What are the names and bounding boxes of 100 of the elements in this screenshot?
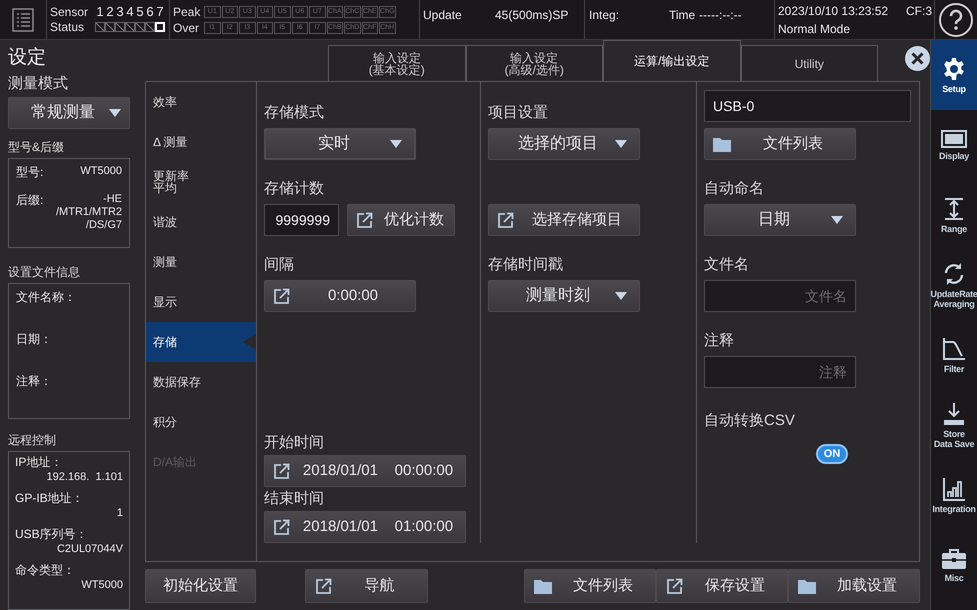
toggle-switch[interactable]: ON [816,444,848,464]
field-label: 存储计数 [264,180,325,198]
field-label: 文件名 [704,256,750,274]
field-label: 项目设置 [488,104,549,122]
integ-time: -----:--:-- [699,7,742,24]
menu-item[interactable]: Δ 测量 [146,122,256,162]
time-label: Time [669,7,696,24]
sidebar-item[interactable]: Misc [931,530,977,600]
dropdown-caret-icon [831,216,844,224]
external-link-icon [356,211,374,229]
folder-button[interactable]: 文件列表 [524,569,656,603]
over-label: Over [173,20,200,34]
tab[interactable]: Utility [740,45,878,81]
sensor-number: 7 [155,5,165,19]
sidebar-item[interactable]: Store Data Save [931,390,977,460]
filter-curve-icon [942,336,966,360]
info-value: WT5000 [80,165,122,179]
field-label: 注释 [704,332,736,350]
dropdown-caret-icon [614,140,627,148]
button[interactable]: 初始化设置 [145,569,256,603]
sidebar-item[interactable]: Setup [931,40,977,110]
external-link-icon [273,462,291,480]
sensor-label: Sensor [50,5,90,19]
field-label: 间隔 [264,256,295,274]
menu-item[interactable]: 测量 [146,242,256,282]
toolbox-icon [941,548,967,570]
mode-text: Normal Mode [778,20,852,38]
tab[interactable]: 输入设定 (基本设定) [328,45,466,81]
sidebar-item[interactable]: Range [931,180,977,250]
menu-item[interactable]: 数据保存 [146,362,256,402]
input-field[interactable]: 注释 [704,356,856,388]
page-title: 设定 [8,46,47,70]
integ-label: Integ: [589,7,620,24]
menu-item[interactable]: 更新率平均 [146,162,256,202]
dropdown[interactable]: 实时 [264,128,416,160]
date-time: 2023/10/10 13:23:52 [778,2,888,20]
cf-value: CF:3 [906,2,932,20]
sidebar-item[interactable]: UpdateRate Averaging [931,250,977,320]
field-label: 开始时间 [264,434,325,452]
input-field[interactable]: 9999999 [264,204,339,236]
sensor-number: 4 [125,5,135,19]
input-field[interactable]: USB-0 [704,90,912,122]
info-label: 文件名称： [16,289,77,305]
close-icon[interactable] [905,46,930,71]
folder-icon [798,578,816,594]
menu-item[interactable]: 谐波 [146,202,256,242]
help-icon[interactable] [938,2,974,38]
folder-icon [534,578,552,594]
external-link-icon [496,211,515,229]
menu-item[interactable]: 存储 [146,322,256,362]
status-label: Status [50,20,86,34]
info-label: 型号: [16,165,44,179]
input-field[interactable]: 文件名 [704,280,856,312]
link-button[interactable]: 0:00:00 [264,280,416,312]
section-heading: 远程控制 [8,432,57,448]
field-label: 存储模式 [264,104,325,122]
menu-item[interactable]: 积分 [146,402,256,442]
peak-label: Peak [173,4,202,18]
menu-item[interactable]: 效率 [146,82,256,122]
link-button[interactable]: 保存设置 [656,569,788,603]
list-menu-icon[interactable] [10,6,36,32]
field-label: 自动转换CSV [704,412,796,430]
link-button[interactable]: 优化计数 [347,204,455,236]
link-button[interactable]: 选择存储项目 [488,204,640,236]
dropdown[interactable]: 测量时刻 [488,280,640,312]
sidebar-item[interactable]: Filter [931,320,977,390]
sidebar-item[interactable]: Display [931,110,977,180]
folder-icon [713,136,732,152]
info-label: USB序列号： [15,527,89,542]
info-value: C2UL07044V [56,542,123,557]
info-value: -HE /MTR1/MTR2 /DS/G7 [56,193,122,232]
gear-icon [942,56,966,80]
refresh-icon [942,262,966,286]
info-label: 后缀: [16,193,44,209]
display-icon [941,130,967,148]
dropdown-caret-icon [109,109,121,117]
info-value: 1 [116,506,123,521]
field-label: 自动命名 [704,180,766,198]
sensor-number: 3 [115,5,125,19]
link-button[interactable]: 导航 [305,569,428,603]
link-button[interactable]: 2018/01/01 00:00:00 [264,455,466,487]
sensor-number: 6 [145,5,155,19]
dropdown[interactable]: 常规测量 [8,97,130,129]
folder-button[interactable]: 文件列表 [704,128,856,160]
sensor-number: 1 [95,5,105,19]
link-button[interactable]: 2018/01/01 01:00:00 [264,511,466,543]
section-heading: 测量模式 [8,75,69,93]
tab[interactable]: 运算/输出设定 [603,40,740,81]
dropdown[interactable]: 选择的项目 [488,128,640,160]
menu-item[interactable]: 显示 [146,282,256,322]
info-label: 命令类型： [15,563,76,578]
field-label: 存储时间戳 [488,256,564,274]
info-value: 192.168. 1.101 [46,470,123,485]
dropdown[interactable]: 日期 [704,204,856,236]
download-icon [943,402,965,426]
dropdown-caret-icon [390,140,402,148]
sidebar-item[interactable]: Integration [931,460,977,530]
external-link-icon [315,577,333,595]
tab[interactable]: 输入设定 (高级/选件) [466,45,603,81]
folder-button[interactable]: 加载设置 [788,569,920,603]
